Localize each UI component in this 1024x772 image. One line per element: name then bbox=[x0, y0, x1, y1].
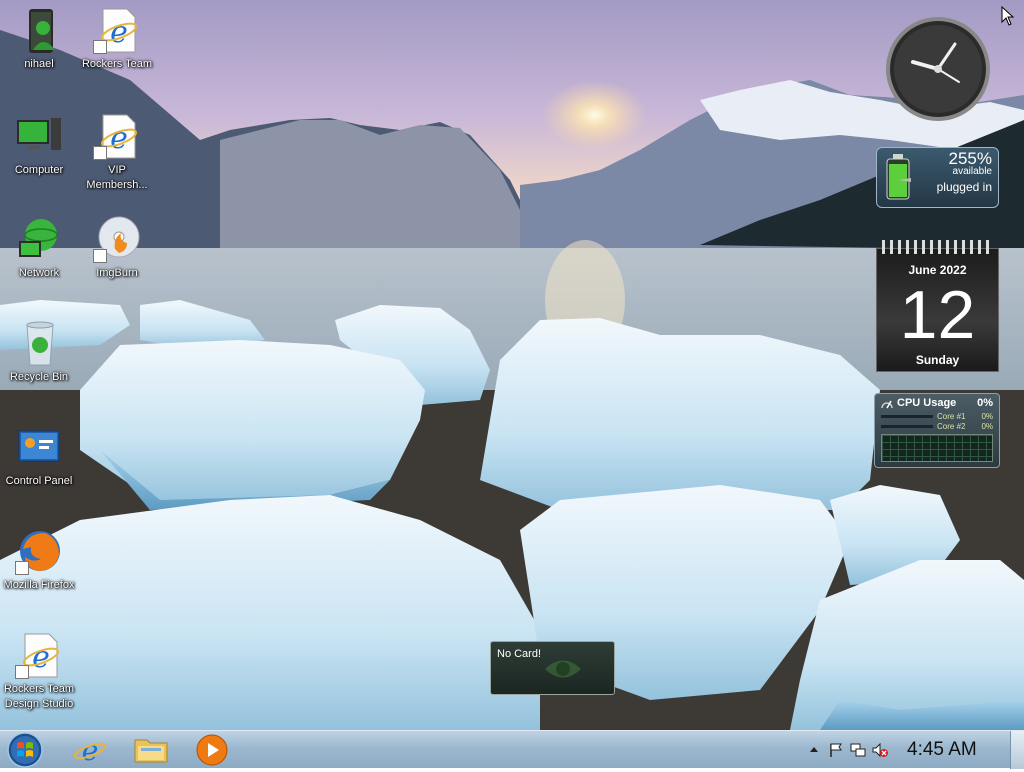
network-status-icon[interactable] bbox=[850, 742, 866, 758]
disc-burn-icon bbox=[93, 215, 141, 263]
shortcut-arrow-icon bbox=[93, 249, 107, 263]
cpu-history-graph bbox=[881, 434, 993, 462]
desktop-icon-label: Computer bbox=[14, 164, 64, 176]
taskbar-media-player-button[interactable] bbox=[190, 732, 234, 768]
cpu-core-value: 0% bbox=[981, 412, 993, 421]
battery-power-source: plugged in bbox=[936, 180, 992, 194]
desktop-icon-label: Control Panel bbox=[5, 475, 73, 487]
battery-gadget[interactable]: 255% available plugged in bbox=[876, 147, 999, 208]
battery-icon bbox=[886, 154, 911, 200]
user-folder-icon bbox=[15, 6, 63, 54]
shortcut-arrow-icon bbox=[93, 40, 107, 54]
desktop-icon-label: nihael bbox=[24, 58, 54, 70]
desktop-icon-control-panel[interactable]: Control Panel bbox=[0, 423, 78, 489]
cpu-core-value: 0% bbox=[981, 422, 993, 431]
gauge-icon bbox=[881, 400, 893, 409]
desktop-icon-label: ImgBurn bbox=[96, 267, 138, 279]
calendar-gadget[interactable]: June 2022 12 Sunday bbox=[876, 240, 999, 372]
desktop-icon-rockers-team-design-studio[interactable]: e Rockers Team Design Studio bbox=[0, 631, 78, 712]
core-2-bar bbox=[881, 425, 933, 428]
desktop-icon-firefox[interactable]: Mozilla Firefox bbox=[0, 527, 78, 593]
desktop-icon-label: Mozilla Firefox bbox=[3, 579, 75, 591]
desktop-icon-recycle-bin[interactable]: Recycle Bin bbox=[0, 319, 78, 385]
cpu-core-name: Core #1 bbox=[937, 412, 966, 421]
calendar-weekday: Sunday bbox=[915, 353, 960, 367]
desktop-icon-label: Rockers Team Design Studio bbox=[3, 683, 75, 710]
desktop-icon-network[interactable]: Network bbox=[0, 215, 78, 281]
clock-face-icon bbox=[886, 17, 990, 121]
desktop-icon-label: Recycle Bin bbox=[9, 371, 69, 383]
no-card-notification[interactable]: No Card! bbox=[490, 641, 615, 695]
cpu-title: CPU Usage bbox=[897, 397, 957, 409]
internet-explorer-icon: e bbox=[93, 6, 141, 54]
flag-icon[interactable] bbox=[828, 742, 844, 758]
desktop-icon-label: Rockers Team bbox=[81, 58, 153, 70]
network-icon bbox=[15, 215, 63, 263]
svg-text:e: e bbox=[110, 121, 128, 156]
desktop-icon-label: VIP Membersh... bbox=[86, 164, 148, 191]
notification-text: No Card! bbox=[497, 648, 542, 660]
mouse-cursor-icon bbox=[1001, 6, 1015, 26]
windows-logo-icon bbox=[7, 732, 43, 768]
desktop-icon-rockers-team[interactable]: e Rockers Team bbox=[78, 6, 156, 72]
cpu-total: 0% bbox=[977, 397, 993, 409]
system-tray: 4:45 AM bbox=[794, 731, 1024, 769]
cpu-meter-gadget[interactable]: CPU Usage 0% Core #1 0% Core #2 0% bbox=[874, 393, 1000, 468]
cpu-core-name: Core #2 bbox=[937, 422, 966, 431]
show-desktop-button[interactable] bbox=[1010, 731, 1024, 769]
calendar-page: June 2022 12 Sunday bbox=[876, 248, 999, 372]
internet-explorer-icon: e bbox=[73, 734, 107, 767]
control-panel-icon bbox=[15, 423, 63, 471]
svg-text:e: e bbox=[32, 640, 50, 675]
calendar-day: 12 bbox=[899, 277, 976, 353]
firefox-icon bbox=[15, 527, 63, 575]
clock-gadget[interactable] bbox=[875, 16, 1001, 122]
taskbar-windows-explorer-button[interactable] bbox=[129, 732, 173, 768]
shortcut-arrow-icon bbox=[15, 665, 29, 679]
desktop-icon-imgburn[interactable]: ImgBurn bbox=[78, 215, 156, 281]
taskbar-internet-explorer-button[interactable]: e bbox=[68, 732, 112, 768]
desktop-wallpaper[interactable] bbox=[0, 0, 1024, 730]
shortcut-arrow-icon bbox=[15, 561, 29, 575]
taskbar[interactable]: e 4:45 AM bbox=[0, 730, 1024, 769]
core-1-bar bbox=[881, 415, 933, 418]
media-player-icon bbox=[196, 734, 228, 766]
start-button[interactable] bbox=[6, 732, 44, 768]
eye-logo-icon bbox=[545, 660, 581, 678]
expand-tray-icon[interactable] bbox=[806, 742, 822, 758]
computer-icon bbox=[15, 112, 63, 160]
taskbar-clock[interactable]: 4:45 AM bbox=[907, 739, 977, 761]
folder-icon bbox=[134, 739, 168, 763]
internet-explorer-icon: e bbox=[15, 631, 63, 679]
desktop-icon-vip-membership[interactable]: e VIP Membersh... bbox=[78, 112, 156, 193]
svg-text:e: e bbox=[82, 734, 99, 767]
calendar-rings bbox=[882, 240, 993, 254]
desktop-icon-label: Network bbox=[18, 267, 60, 279]
desktop-icon-computer[interactable]: Computer bbox=[0, 112, 78, 178]
internet-explorer-icon: e bbox=[93, 112, 141, 160]
shortcut-arrow-icon bbox=[93, 146, 107, 160]
battery-status: available bbox=[952, 166, 992, 177]
recycle-bin-icon bbox=[15, 319, 63, 367]
volume-muted-icon[interactable] bbox=[872, 742, 888, 758]
desktop-icon-nihael[interactable]: nihael bbox=[0, 6, 78, 72]
svg-text:e: e bbox=[110, 15, 128, 50]
calendar-month: June 2022 bbox=[908, 263, 967, 277]
